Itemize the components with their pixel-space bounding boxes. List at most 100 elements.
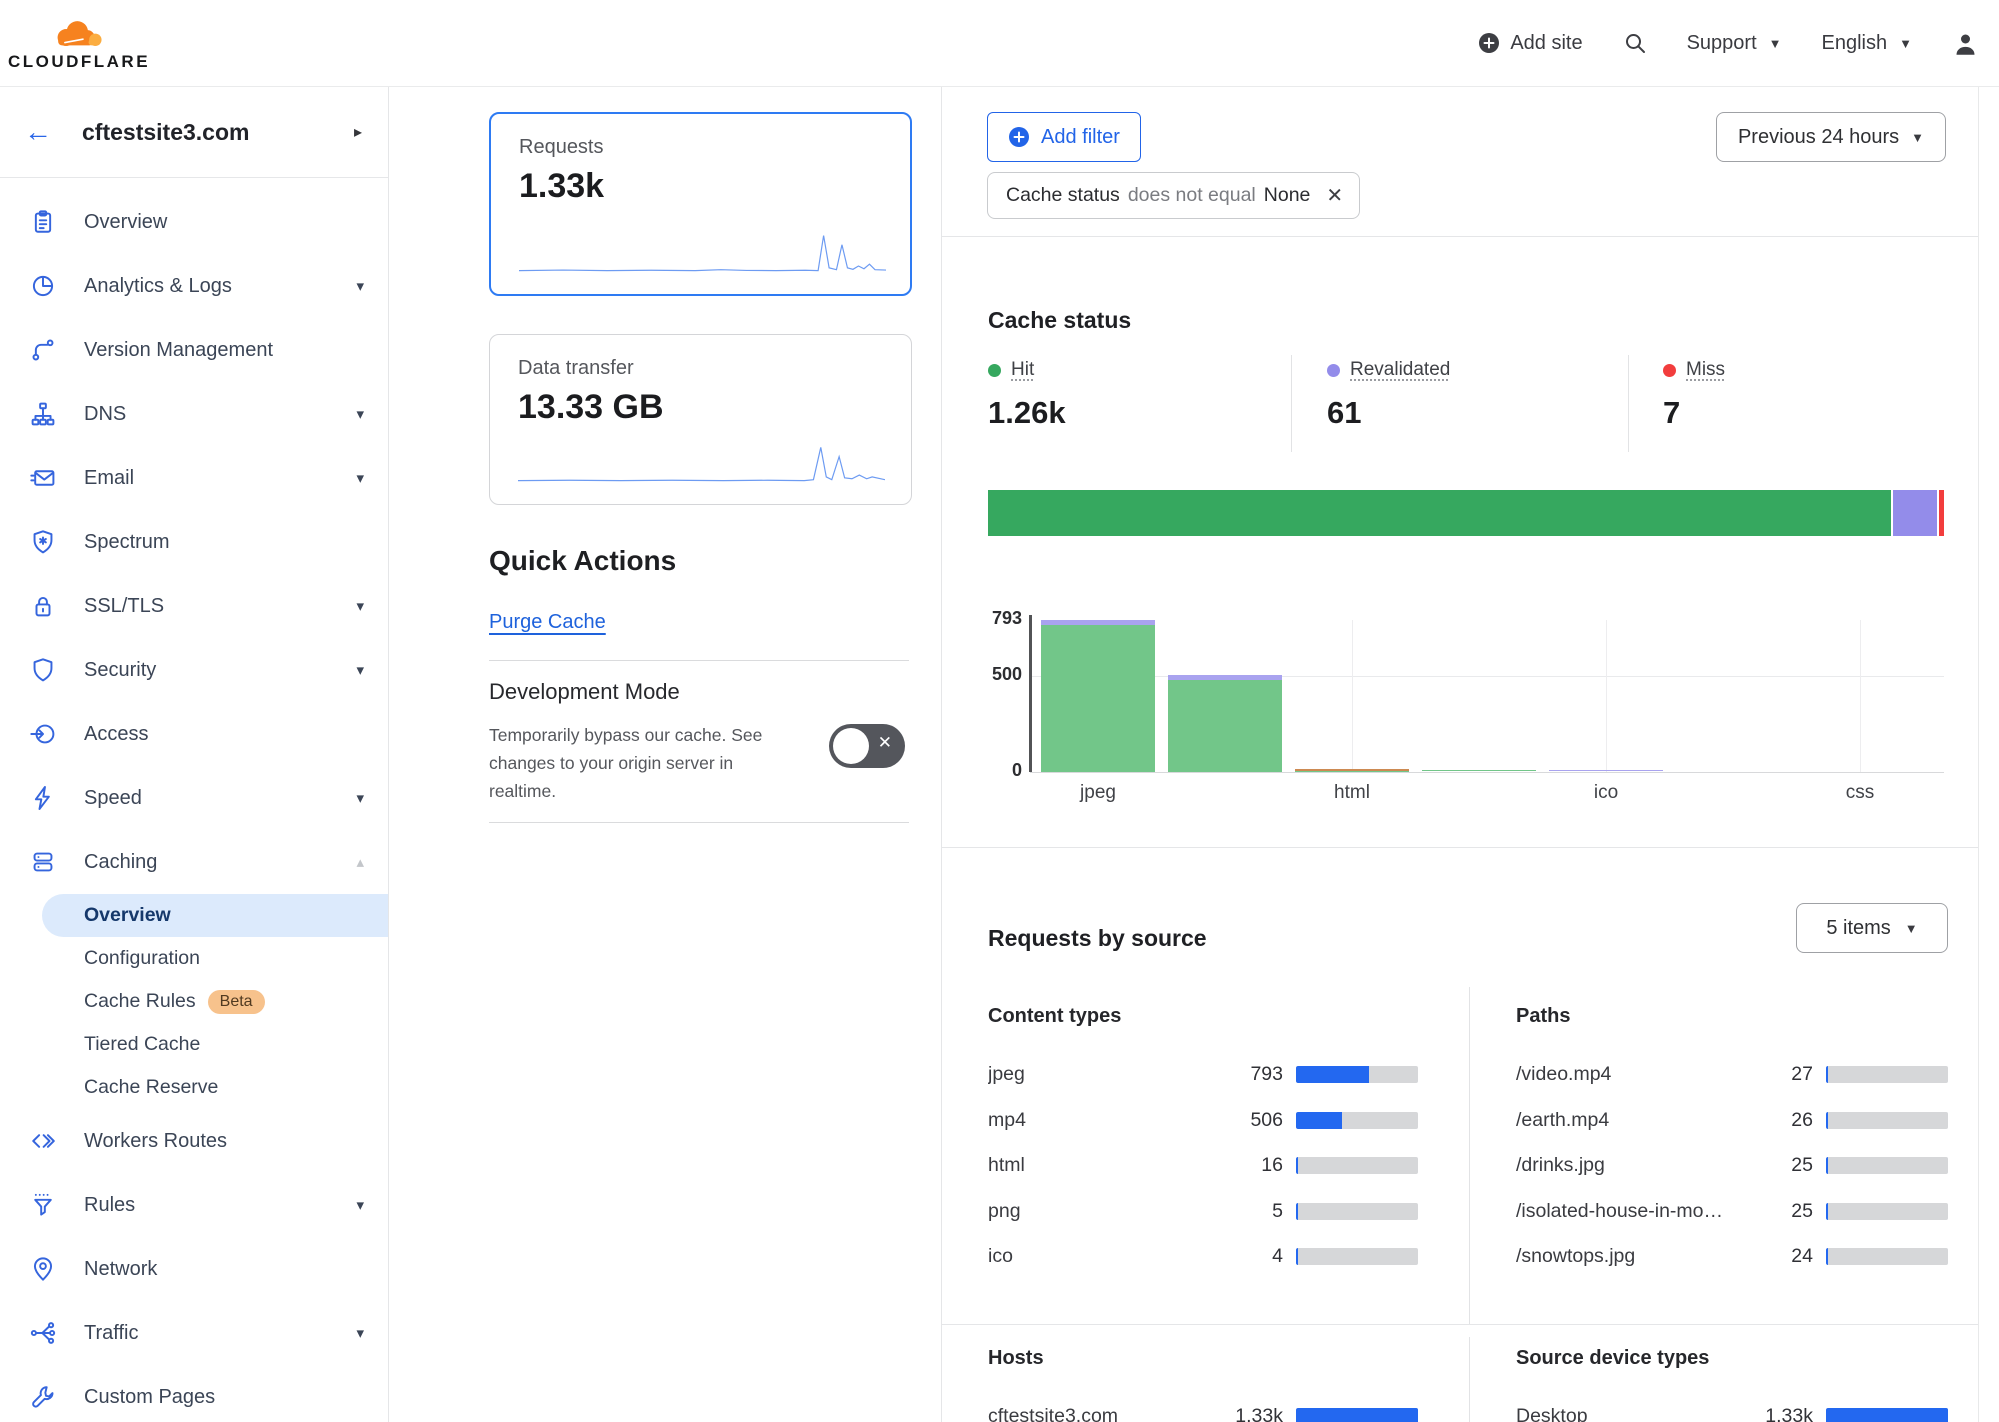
add-filter-button[interactable]: Add filter xyxy=(987,112,1141,162)
panel-right-border xyxy=(1978,87,1979,1422)
filter-operator: does not equal xyxy=(1128,184,1256,207)
sidebar-item-spectrum[interactable]: Spectrum xyxy=(0,510,388,574)
sidebar-item-security[interactable]: Security▾ xyxy=(0,638,388,702)
paths-panel: Paths /video.mp427/earth.mp426/drinks.jp… xyxy=(1516,1005,1948,1280)
cloudflare-cloud-icon xyxy=(48,15,110,51)
add-site-button[interactable]: Add site xyxy=(1478,32,1582,55)
sidebar-item-speed[interactable]: Speed▾ xyxy=(0,766,388,830)
chevron-down-icon: ▼ xyxy=(1911,130,1924,145)
divider xyxy=(1291,355,1292,452)
sidebar-item-version-management[interactable]: Version Management xyxy=(0,318,388,382)
chevron-down-icon: ▼ xyxy=(1899,36,1912,51)
sidebar-item-rules[interactable]: Rules▾ xyxy=(0,1173,388,1237)
user-menu[interactable] xyxy=(1952,30,1979,57)
sidebar-item-custom-pages[interactable]: Custom Pages xyxy=(0,1365,388,1422)
rules-icon xyxy=(30,1192,56,1218)
row-label: /isolated-house-in-mo… xyxy=(1516,1200,1741,1223)
bar-jpeg xyxy=(1041,620,1155,772)
development-mode-title: Development Mode xyxy=(489,679,680,705)
card-title: Data transfer xyxy=(518,357,883,380)
sidebar-item-workers-routes[interactable]: Workers Routes xyxy=(0,1109,388,1173)
sidebar-subitem-configuration[interactable]: Configuration xyxy=(0,937,388,980)
sidebar-subitem-cache-rules[interactable]: Cache RulesBeta xyxy=(0,980,388,1023)
x-tick-label: html xyxy=(1295,782,1409,804)
bar-col4 xyxy=(1422,770,1536,772)
cloudflare-logo: CLOUDFLARE xyxy=(14,15,144,72)
y-axis xyxy=(1029,615,1032,772)
back-arrow-icon[interactable]: ← xyxy=(24,116,52,148)
table-row: /video.mp427 xyxy=(1516,1052,1948,1098)
x-tick-label: ico xyxy=(1549,782,1663,804)
stat-label[interactable]: Hit xyxy=(1011,359,1034,381)
sidebar-item-caching[interactable]: Caching▴ xyxy=(0,830,388,894)
sidebar-item-access[interactable]: Access xyxy=(0,702,388,766)
requests-sparkline xyxy=(519,230,886,278)
sidebar-item-email[interactable]: Email▾ xyxy=(0,446,388,510)
panel-title: Paths xyxy=(1516,1005,1948,1028)
toggle-knob xyxy=(833,728,869,764)
support-menu[interactable]: Support ▼ xyxy=(1687,32,1782,55)
row-value: 506 xyxy=(1211,1109,1283,1132)
remove-filter-icon[interactable]: ✕ xyxy=(1326,183,1343,208)
x-axis-baseline xyxy=(1030,772,1944,773)
stat-value: 1.26k xyxy=(988,395,1248,431)
chevron-down-icon: ▼ xyxy=(1769,36,1782,51)
row-label: /snowtops.jpg xyxy=(1516,1245,1741,1268)
email-icon xyxy=(30,465,56,491)
row-value: 24 xyxy=(1741,1245,1813,1268)
hosts-panel: Hosts cftestsite3.com1.33k xyxy=(988,1347,1418,1422)
overview-icon xyxy=(30,209,56,235)
purge-cache-link[interactable]: Purge Cache xyxy=(489,611,606,634)
row-bar xyxy=(1826,1157,1948,1174)
workers-routes-icon xyxy=(30,1128,56,1154)
sidebar-subitem-tiered-cache[interactable]: Tiered Cache xyxy=(0,1023,388,1066)
sidebar-item-ssl-tls[interactable]: SSL/TLS▾ xyxy=(0,574,388,638)
chevron-down-icon: ▾ xyxy=(356,597,364,615)
sidebar-subitem-overview[interactable]: Overview xyxy=(42,894,388,937)
requests-card[interactable]: Requests 1.33k xyxy=(489,112,912,296)
language-menu[interactable]: English ▼ xyxy=(1822,32,1912,55)
header-actions: Add site Support ▼ English ▼ xyxy=(1478,30,1979,57)
revalidated-dot-icon xyxy=(1327,364,1340,377)
traffic-icon xyxy=(30,1320,56,1346)
row-bar xyxy=(1826,1203,1948,1220)
stacked-segment-miss xyxy=(1939,490,1944,536)
row-label: mp4 xyxy=(988,1109,1211,1132)
table-row: cftestsite3.com1.33k xyxy=(988,1394,1418,1422)
row-bar xyxy=(1826,1408,1948,1422)
chevron-down-icon: ▾ xyxy=(356,1324,364,1342)
custom-pages-icon xyxy=(30,1384,56,1410)
dns-icon xyxy=(30,401,56,427)
sidebar-subitem-cache-reserve[interactable]: Cache Reserve xyxy=(0,1066,388,1109)
sidebar-item-dns[interactable]: DNS▾ xyxy=(0,382,388,446)
card-title: Requests xyxy=(519,136,882,159)
row-bar xyxy=(1296,1066,1418,1083)
data-transfer-card[interactable]: Data transfer 13.33 GB xyxy=(489,334,912,505)
sidebar-item-network[interactable]: Network xyxy=(0,1237,388,1301)
sidebar-item-traffic[interactable]: Traffic▾ xyxy=(0,1301,388,1365)
card-value: 13.33 GB xyxy=(518,388,883,427)
divider xyxy=(942,1324,1978,1325)
brand-text: CLOUDFLARE xyxy=(8,52,150,72)
filter-value: None xyxy=(1264,184,1311,207)
chevron-right-icon[interactable]: ▸ xyxy=(354,122,362,142)
stat-value: 7 xyxy=(1663,395,1923,431)
time-range-select[interactable]: Previous 24 hours ▼ xyxy=(1716,112,1946,162)
site-name: cftestsite3.com xyxy=(82,119,249,146)
items-count-select[interactable]: 5 items ▼ xyxy=(1796,903,1948,953)
chevron-down-icon: ▾ xyxy=(356,661,364,679)
development-mode-toggle[interactable]: ✕ xyxy=(829,724,905,768)
stat-label[interactable]: Revalidated xyxy=(1350,359,1450,381)
user-icon xyxy=(1952,30,1979,57)
chevron-down-icon: ▾ xyxy=(356,469,364,487)
cache-status-title: Cache status xyxy=(988,307,1131,334)
search-button[interactable] xyxy=(1623,31,1647,55)
sidebar-item-overview[interactable]: Overview xyxy=(0,190,388,254)
caching-icon xyxy=(30,849,56,875)
network-icon xyxy=(30,1256,56,1282)
version-management-icon xyxy=(30,337,56,363)
stat-label[interactable]: Miss xyxy=(1686,359,1725,381)
table-row: mp4506 xyxy=(988,1098,1418,1144)
table-row: /snowtops.jpg24 xyxy=(1516,1234,1948,1280)
sidebar-item-analytics-logs[interactable]: Analytics & Logs▾ xyxy=(0,254,388,318)
